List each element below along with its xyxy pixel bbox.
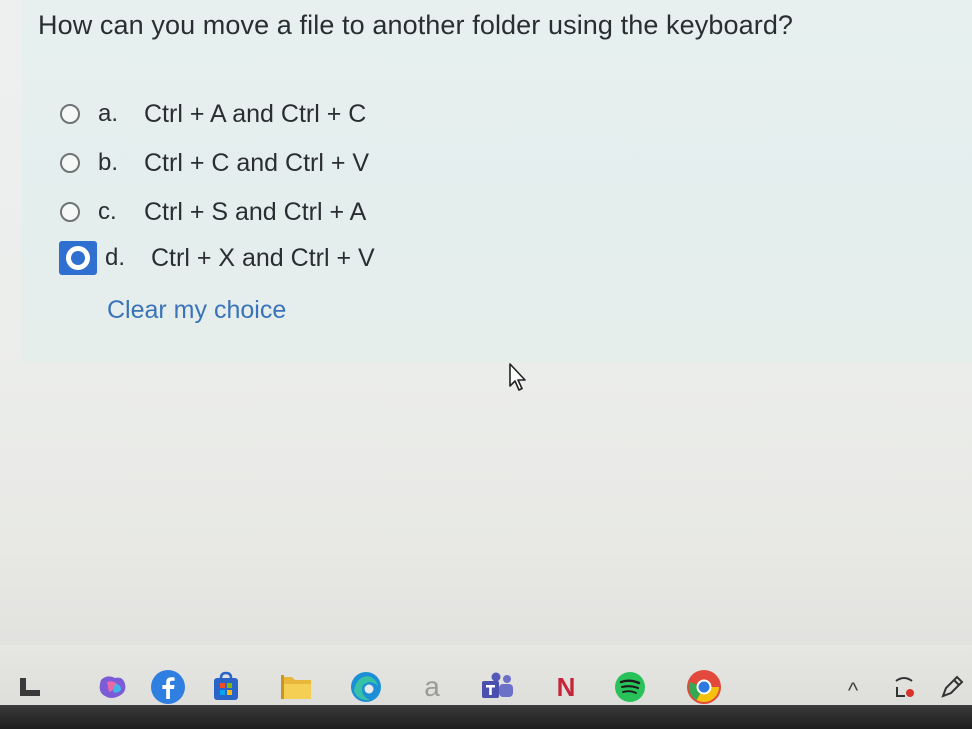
radio-unselected-icon[interactable] <box>60 202 80 222</box>
store-icon[interactable] <box>206 667 246 707</box>
option-text: Ctrl + S and Ctrl + A <box>144 197 367 226</box>
option-letter: b. <box>98 149 119 176</box>
file-explorer-icon[interactable] <box>276 667 316 707</box>
tray-chevron: ^ <box>847 678 859 703</box>
option-a[interactable]: a. Ctrl + A and Ctrl + C <box>60 97 366 131</box>
option-letter: a. <box>98 100 119 127</box>
onenote-icon[interactable]: N <box>546 667 586 707</box>
chrome-icon[interactable] <box>684 667 724 707</box>
screen-bezel <box>0 705 972 729</box>
option-text: Ctrl + X and Ctrl + V <box>151 243 375 272</box>
option-b[interactable]: b. Ctrl + C and Ctrl + V <box>60 146 369 180</box>
option-text: Ctrl + C and Ctrl + V <box>144 148 370 177</box>
facebook-icon[interactable] <box>148 667 188 707</box>
pen-icon[interactable] <box>932 667 972 707</box>
spotify-icon[interactable] <box>610 667 650 707</box>
mouse-cursor-icon <box>509 363 526 391</box>
amazon-icon[interactable]: a <box>412 667 452 707</box>
teams-icon[interactable] <box>478 667 518 707</box>
option-d[interactable]: d. Ctrl + X and Ctrl + V <box>59 241 375 275</box>
radio-focus-box[interactable] <box>59 241 97 275</box>
microphone-status-icon[interactable] <box>884 667 924 707</box>
option-text: Ctrl + A and Ctrl + C <box>144 99 367 128</box>
amazon-letter: a <box>424 671 440 702</box>
radio-selected-icon[interactable] <box>66 246 90 270</box>
radio-dot <box>71 251 85 265</box>
radio-unselected-icon[interactable] <box>60 104 80 124</box>
clear-choice-link[interactable]: Clear my choice <box>107 296 286 325</box>
option-c[interactable]: c. Ctrl + S and Ctrl + A <box>60 195 366 229</box>
option-letter: c. <box>98 198 117 225</box>
edge-icon[interactable] <box>346 667 386 707</box>
radio-unselected-icon[interactable] <box>60 153 80 173</box>
screen: How can you move a file to another folde… <box>0 0 972 729</box>
option-letter: d. <box>105 244 126 271</box>
copilot-icon[interactable] <box>92 667 132 707</box>
onenote-letter: N <box>556 672 576 702</box>
start-icon[interactable] <box>10 667 50 707</box>
question-text: How can you move a file to another folde… <box>38 10 794 40</box>
